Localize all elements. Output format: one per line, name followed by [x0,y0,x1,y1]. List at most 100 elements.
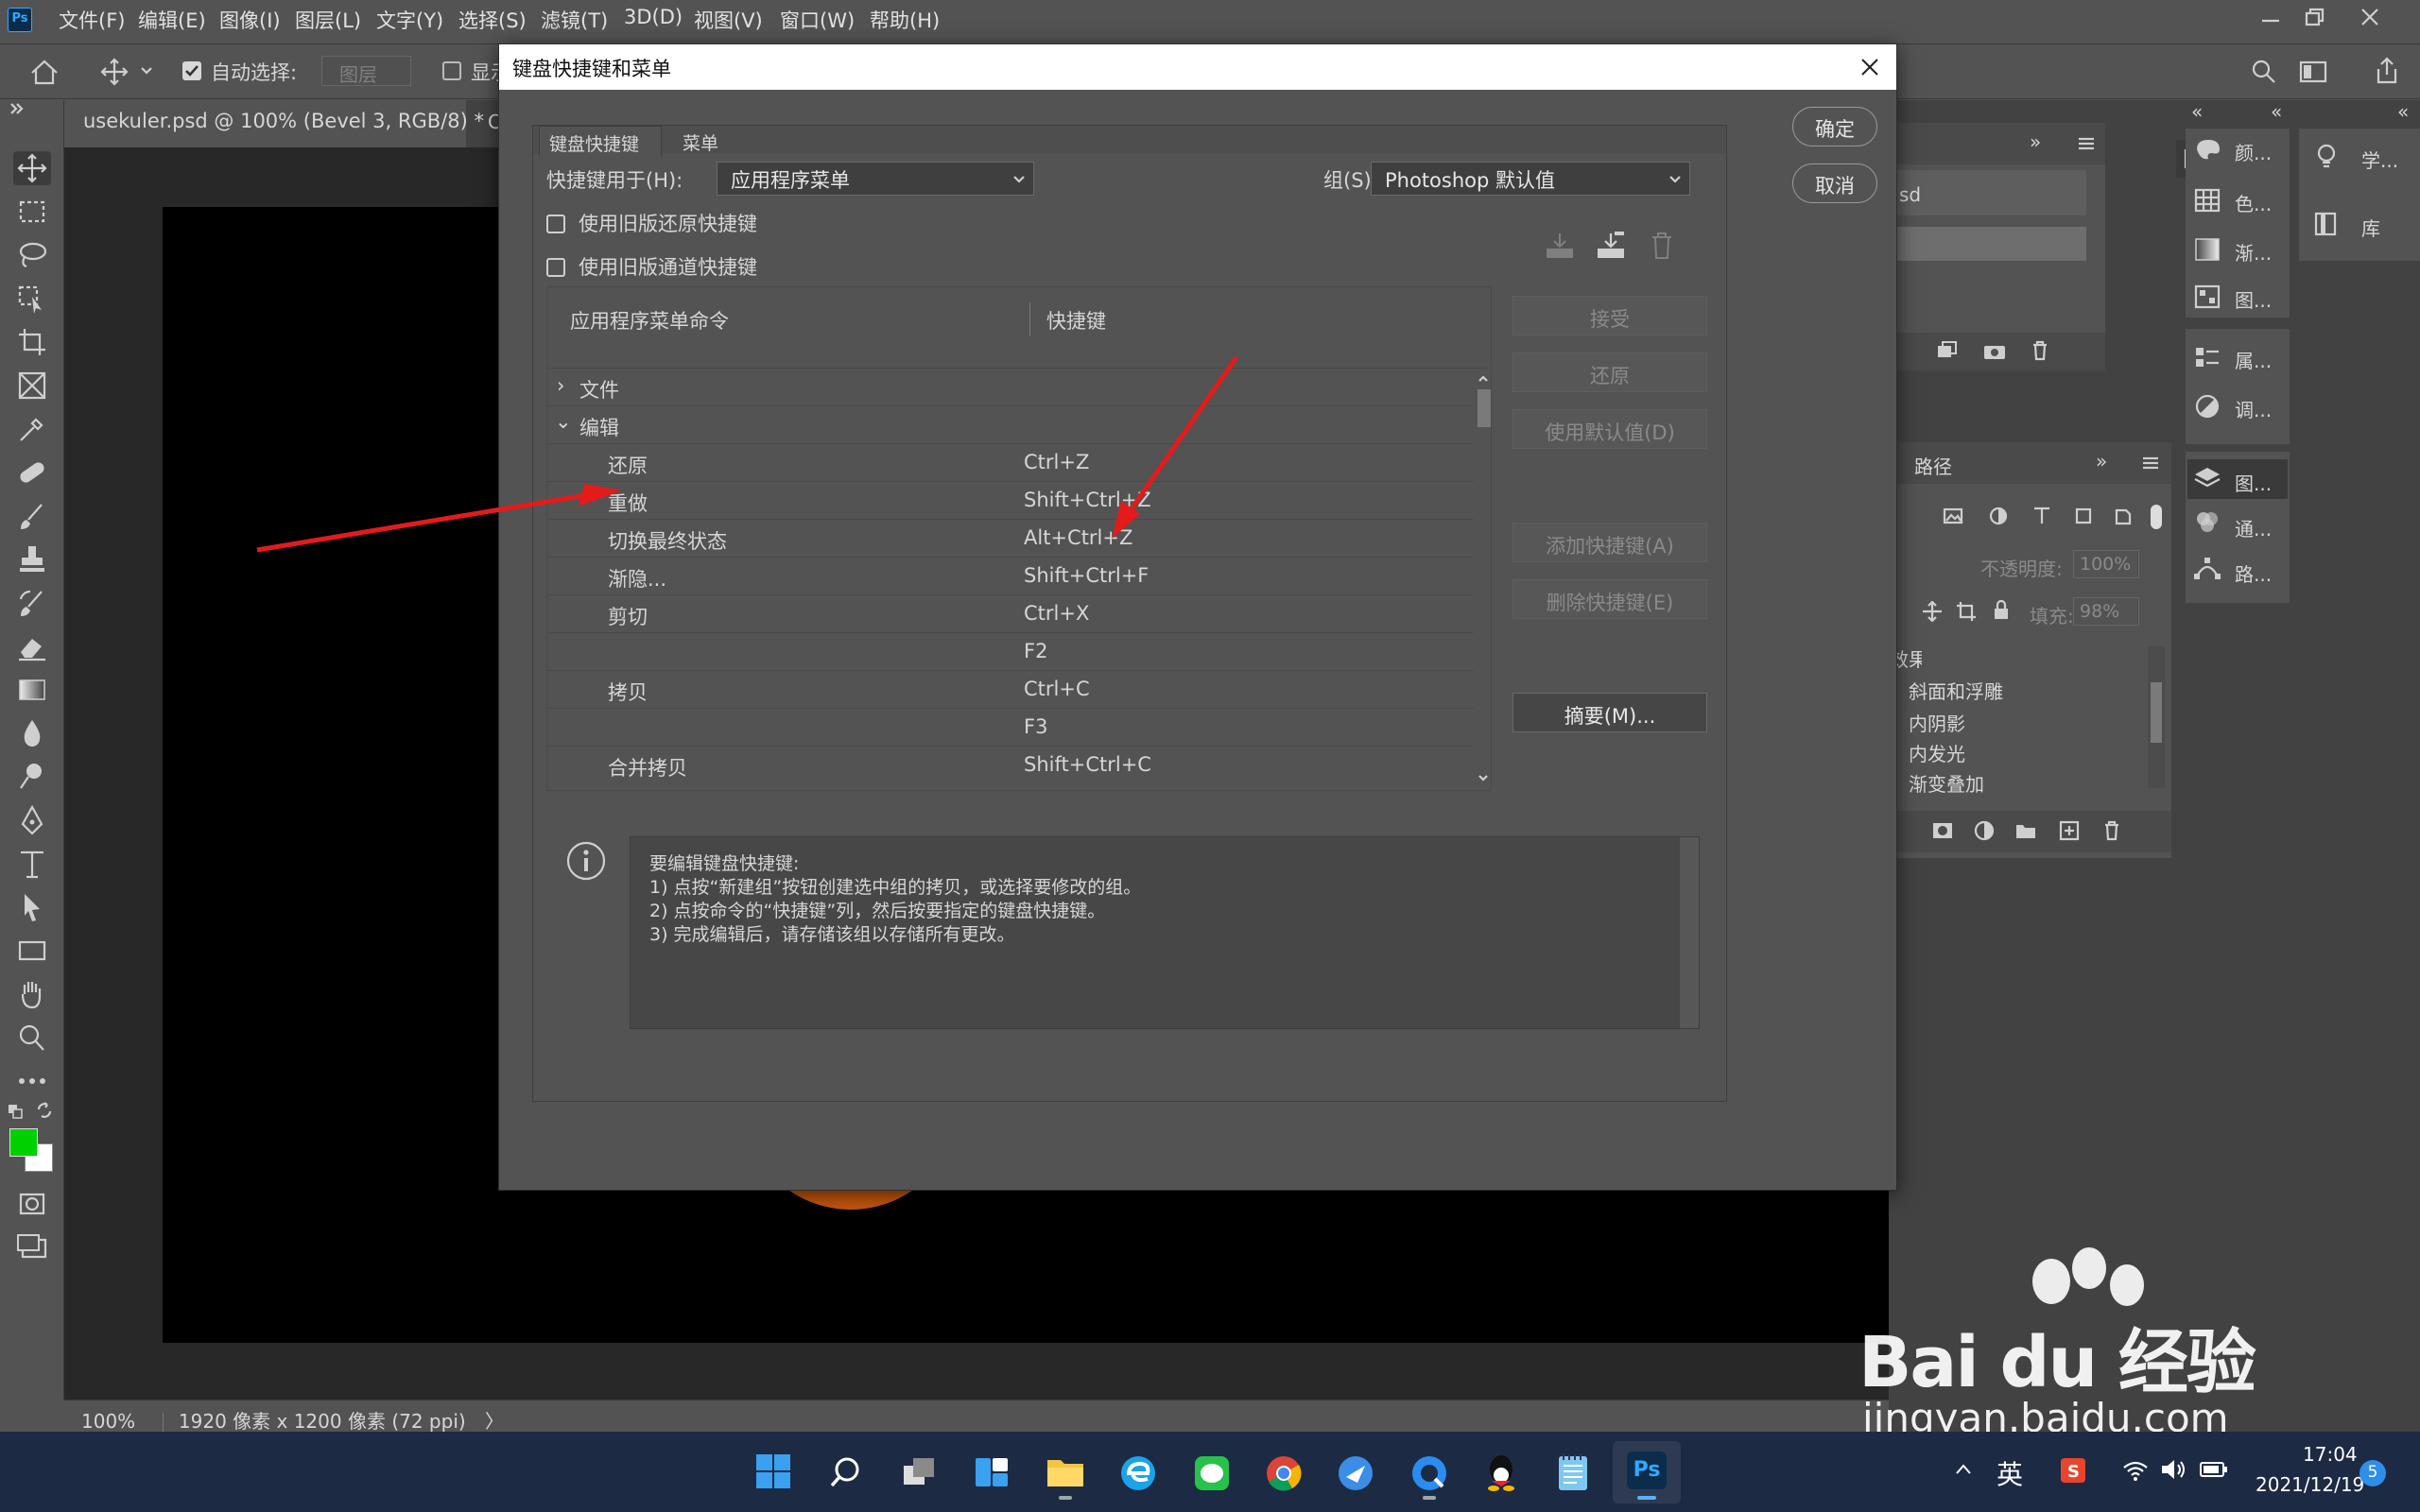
group-select[interactable]: Photoshop 默认值 [1371,162,1690,196]
menu-filter[interactable]: 滤镜(T) [541,6,608,34]
close-window-icon[interactable] [2358,6,2382,28]
add-mask-icon[interactable] [1931,820,1954,841]
effect-gradient-overlay[interactable]: 渐变叠加 [1909,769,1984,797]
column-command[interactable]: 应用程序菜单命令 [570,306,729,335]
delete-set-icon[interactable] [1649,232,1675,260]
blur-tool-icon[interactable] [13,716,51,750]
menu-help[interactable]: 帮助(H) [870,6,940,34]
learn-panel-icon[interactable] [2312,142,2341,172]
document-tab[interactable]: usekuler.psd @ 100% (Bevel 3, RGB/8) * × [64,100,516,147]
dock-label-swatches[interactable]: 色... [2235,189,2272,216]
menu-select[interactable]: 选择(S) [458,6,527,34]
wifi-icon[interactable] [2121,1456,2150,1483]
lock-artboard-icon[interactable] [1956,601,1977,622]
effect-bevel[interactable]: 斜面和浮雕 [1909,677,2003,704]
menu-file[interactable]: 文件(F) [59,6,125,34]
zoom-tool-icon[interactable] [13,1021,51,1055]
pen-tool-icon[interactable] [13,803,51,837]
chevron-down-icon[interactable] [140,65,153,77]
table-row[interactable]: ⌄ 编辑 [547,406,1491,444]
clock-time[interactable]: 17:04 [2303,1443,2358,1466]
history-brush-tool-icon[interactable] [13,586,51,620]
dock-expand-icon[interactable]: « [2397,100,2409,123]
panel-collapse-icon[interactable]: » [2030,130,2041,153]
camera-icon[interactable] [1982,340,2007,361]
filter-adjustment-icon[interactable] [1988,507,2009,525]
new-layer-icon[interactable] [2058,820,2081,841]
new-document-from-state-icon[interactable] [1935,340,1958,361]
filter-shape-icon[interactable] [2073,507,2094,525]
table-row[interactable]: 重做 Shift+Ctrl+Z [547,482,1491,520]
effect-inner-glow[interactable]: 内发光 [1909,739,1965,766]
menu-window[interactable]: 窗口(W) [780,6,855,34]
table-row[interactable]: 拷贝 Ctrl+C [547,671,1491,709]
notepad-icon[interactable] [1556,1452,1590,1492]
clock-date[interactable]: 2021/12/19 [2256,1473,2364,1496]
menu-3d[interactable]: 3D(D) [624,6,683,28]
gradient-tool-icon[interactable] [13,673,51,707]
battery-icon[interactable] [2199,1458,2229,1481]
dock-label-layers[interactable]: 图... [2235,469,2272,496]
properties-panel-icon[interactable] [2193,344,2221,370]
table-row[interactable]: 还原 Ctrl+Z [547,444,1491,482]
crop-tool-icon[interactable] [13,325,51,359]
screen-mode-icon[interactable] [13,1230,51,1264]
show-transform-checkbox[interactable] [442,61,461,80]
eraser-tool-icon[interactable] [13,629,51,663]
status-menu-arrow[interactable]: 〉 [485,1410,504,1433]
table-scrollbar[interactable] [1474,369,1491,790]
close-icon[interactable] [1858,56,1881,78]
lock-all-icon[interactable] [1992,599,2011,622]
auto-select-dropdown[interactable]: 图层 [321,56,411,86]
wechat-icon[interactable] [1193,1454,1231,1492]
marquee-tool-icon[interactable] [13,195,51,229]
swatches-panel-icon[interactable] [2193,187,2221,214]
brush-tool-icon[interactable] [13,499,51,533]
photoshop-taskbar-button[interactable]: Ps [1613,1441,1681,1503]
history-state[interactable] [1897,227,2086,261]
fill-input[interactable]: 98% [2073,597,2139,626]
minimize-icon[interactable] [2259,9,2282,28]
auto-select-checkbox[interactable] [182,61,201,80]
trash-icon[interactable] [2101,820,2122,841]
home-icon[interactable] [28,58,60,86]
file-explorer-icon[interactable] [1046,1454,1085,1500]
table-row[interactable]: 切换最终状态 Alt+Ctrl+Z [547,520,1491,558]
healing-brush-tool-icon[interactable] [13,455,51,490]
menu-layer[interactable]: 图层(L) [295,6,361,34]
rectangle-tool-icon[interactable] [13,934,51,968]
move-tool-icon[interactable] [98,58,130,86]
dock-label-learn[interactable]: 学... [2361,146,2398,173]
paths-panel-icon[interactable] [2193,556,2221,582]
undo-button[interactable]: 还原 [1512,352,1707,392]
filter-toggle[interactable] [2151,505,2162,529]
table-row[interactable]: F2 [547,633,1491,671]
libraries-panel-icon[interactable] [2312,210,2341,238]
table-row[interactable]: › 文件 [547,369,1491,406]
menu-edit[interactable]: 编辑(E) [138,6,206,34]
effect-inner-shadow[interactable]: 内阴影 [1909,709,1965,736]
dock-label-paths[interactable]: 路... [2235,559,2272,587]
object-select-tool-icon[interactable] [13,282,51,316]
move-tool-icon[interactable] [13,151,51,185]
adjustments-panel-icon[interactable] [2193,393,2221,420]
dock-label-properties[interactable]: 属... [2235,346,2272,373]
lock-transparent-icon[interactable] [1922,601,1943,622]
share-icon[interactable] [2373,56,2401,86]
stamp-tool-icon[interactable] [13,542,51,576]
type-tool-icon[interactable] [13,847,51,881]
column-shortcut[interactable]: 快捷键 [1046,306,1106,335]
panel-menu-icon[interactable] [2141,455,2160,471]
panel-collapse-icon[interactable]: » [2096,450,2107,472]
ok-button[interactable]: 确定 [1792,107,1877,146]
quick-mask-icon[interactable] [13,1187,51,1221]
search-icon[interactable] [828,1454,864,1490]
tab-paths[interactable]: 路径 [1914,452,1952,479]
filter-image-icon[interactable] [1943,507,1963,525]
table-row[interactable]: F3 [547,709,1491,747]
menu-view[interactable]: 视图(V) [694,6,763,34]
add-shortcut-button[interactable]: 添加快捷键(A) [1512,523,1707,562]
gradient-panel-icon[interactable] [2193,236,2221,263]
show-hidden-icons-icon[interactable] [1953,1460,1974,1479]
dock-label-adjustments[interactable]: 调... [2235,395,2272,422]
